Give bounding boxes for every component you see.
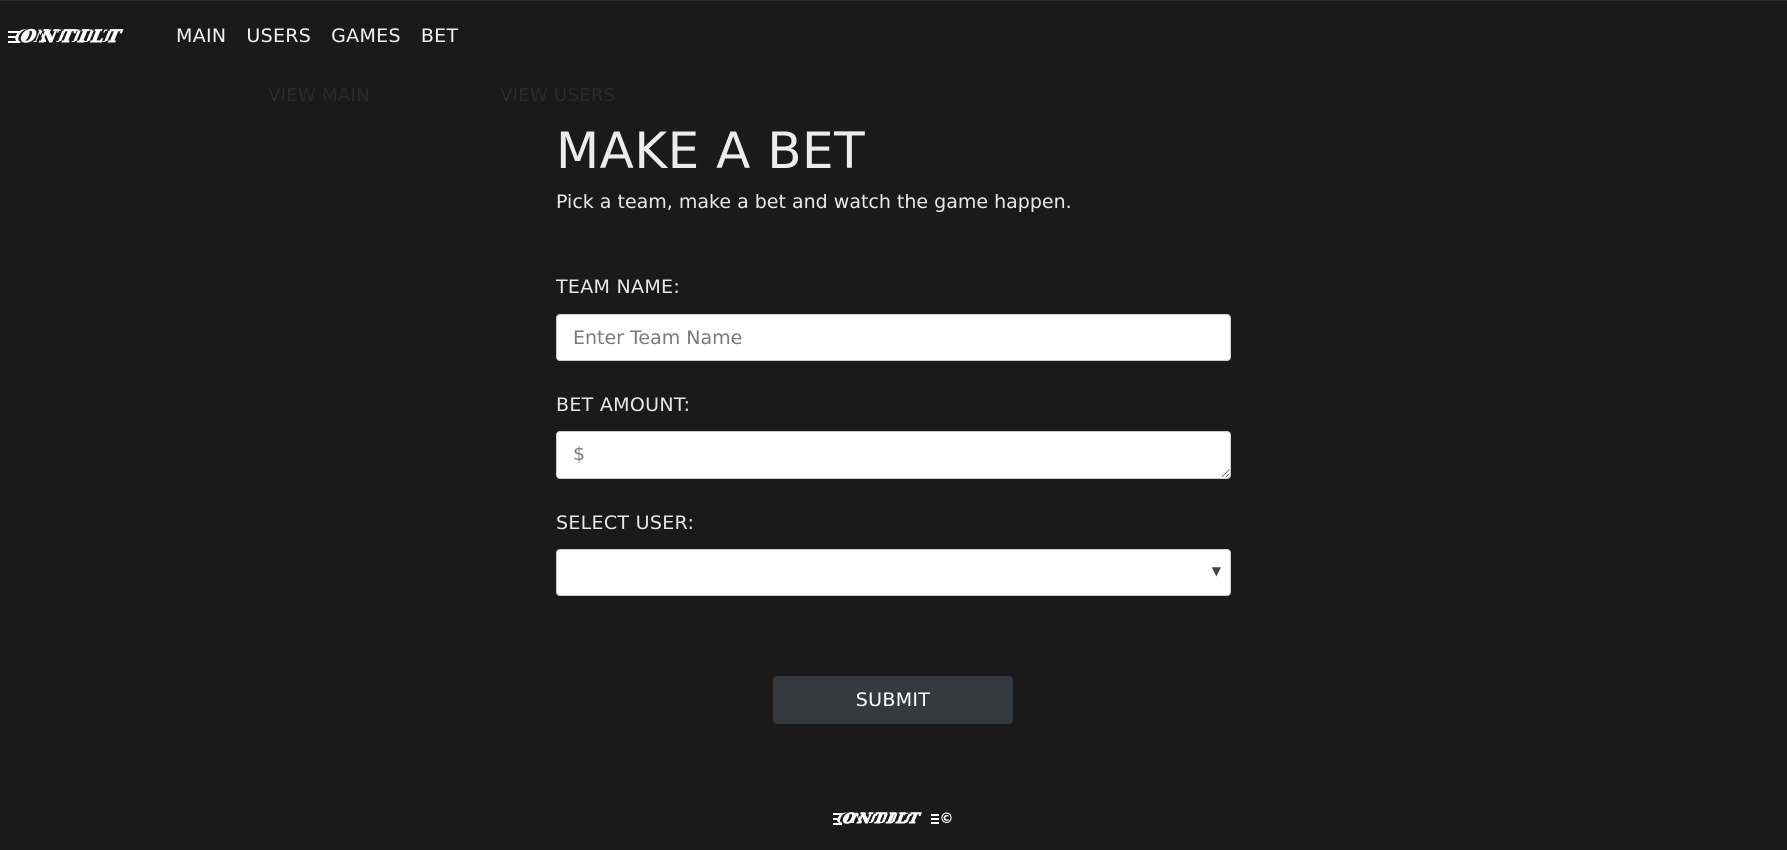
view-main-link[interactable]: VIEW MAIN <box>268 85 370 106</box>
nav-item-main[interactable]: MAIN <box>176 25 226 47</box>
page-title: MAKE A BET <box>556 122 866 180</box>
select-user-dropdown[interactable] <box>556 549 1231 596</box>
copyright-mark: © <box>930 811 954 827</box>
select-user-label: SELECT USER: <box>556 512 695 534</box>
view-users-link[interactable]: VIEW USERS <box>500 85 615 106</box>
brand-logo[interactable]: ONTILT <box>8 27 128 48</box>
bet-amount-label: BET AMOUNT: <box>556 394 691 416</box>
nav-item-users[interactable]: USERS <box>246 25 311 47</box>
main-nav: MAIN USERS GAMES BET <box>176 25 458 47</box>
footer: ONTILT © <box>0 811 1787 828</box>
team-name-label: TEAM NAME: <box>556 276 681 298</box>
copyright-icon: © <box>939 811 954 827</box>
logo-speed-lines <box>8 31 20 43</box>
nav-item-games[interactable]: GAMES <box>331 25 401 47</box>
submit-button[interactable]: SUBMIT <box>773 676 1013 724</box>
team-name-input[interactable] <box>556 314 1231 361</box>
copyright-speed-lines <box>930 814 939 824</box>
select-user-wrapper: ▼ <box>556 549 1231 596</box>
top-navbar: ONTILT MAIN USERS GAMES BET <box>0 1 1787 73</box>
bet-amount-input[interactable] <box>556 431 1231 479</box>
footer-logo: ONTILT <box>833 811 925 828</box>
logo-text: ONTILT <box>18 27 128 48</box>
nav-item-bet[interactable]: BET <box>421 25 459 47</box>
bet-form-header: MAKE A BET Pick a team, make a bet and w… <box>556 119 1231 213</box>
page-subtitle: Pick a team, make a bet and watch the ga… <box>556 191 1072 213</box>
footer-logo-text: ONTILT <box>841 811 925 828</box>
